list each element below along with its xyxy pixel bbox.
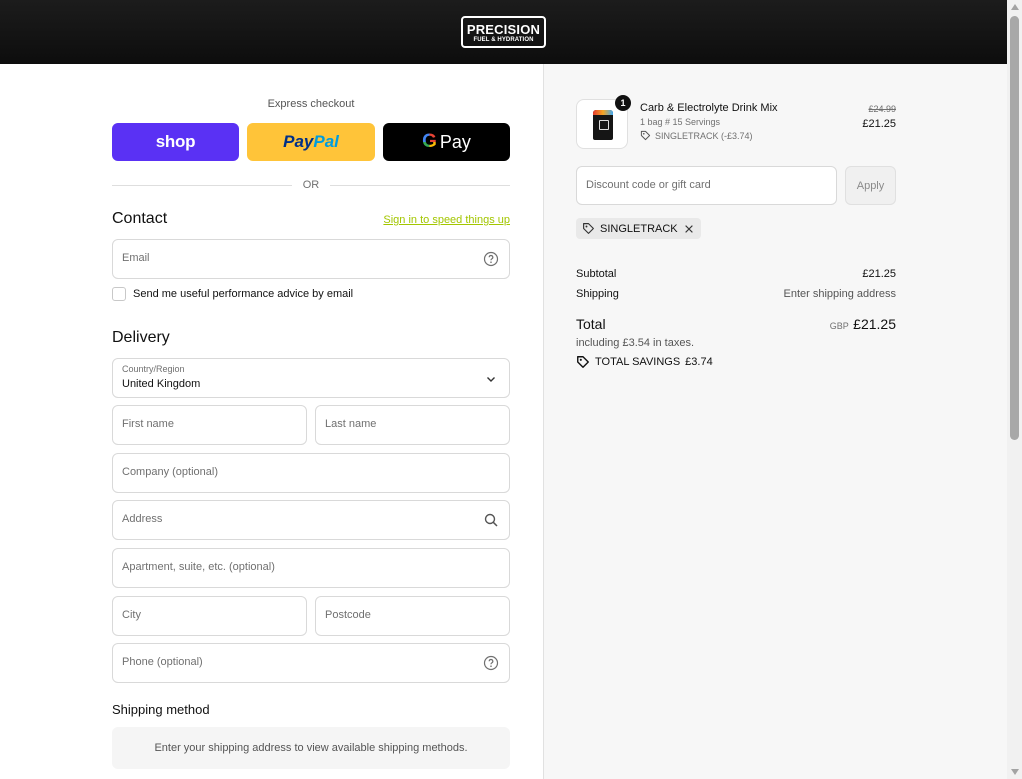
shipping-method-placeholder: Enter your shipping address to view avai…: [112, 727, 510, 769]
product-variant: 1 bag # 15 Servings: [640, 117, 721, 127]
city-placeholder: City: [122, 609, 141, 621]
header-bar: PRECISION FUEL & HYDRATION: [0, 0, 1007, 64]
currency-code: GBP: [829, 321, 849, 331]
first-name-placeholder: First name: [122, 418, 174, 430]
country-select[interactable]: Country/Region United Kingdom: [112, 358, 510, 398]
product-discount: SINGLETRACK (-£3.74): [640, 130, 753, 141]
contact-heading: Contact: [112, 210, 168, 227]
subtotal-label: Subtotal: [576, 268, 617, 280]
search-icon: [484, 513, 498, 527]
product-price: £21.25: [862, 118, 896, 130]
postcode-placeholder: Postcode: [325, 609, 371, 621]
shop-pay-label: shop: [155, 132, 196, 151]
address-placeholder: Address: [122, 513, 163, 525]
email-placeholder: Email: [122, 252, 150, 264]
brand-line1: PRECISION: [466, 22, 541, 37]
total-savings: TOTAL SAVINGS £3.74: [576, 355, 713, 369]
applied-discount-code: SINGLETRACK: [600, 222, 678, 235]
brand-line2: FUEL & HYDRATION: [473, 37, 534, 43]
shipping-label: Shipping: [576, 288, 619, 300]
total-savings-value: £3.74: [685, 356, 713, 368]
postcode-field[interactable]: Postcode: [315, 596, 510, 636]
city-field[interactable]: City: [112, 596, 307, 636]
tax-note: including £3.54 in taxes.: [576, 337, 695, 349]
close-icon[interactable]: [683, 223, 695, 235]
shipping-method-heading: Shipping method: [112, 702, 210, 717]
newsletter-checkbox[interactable]: [112, 287, 126, 301]
country-label: Country/Region: [122, 364, 185, 374]
scroll-up-arrow-icon[interactable]: [1011, 4, 1019, 10]
scrollbar-thumb[interactable]: [1010, 16, 1019, 440]
sign-in-link[interactable]: Sign in to speed things up: [381, 214, 510, 226]
last-name-field[interactable]: Last name: [315, 405, 510, 445]
company-placeholder: Company (optional): [122, 466, 218, 478]
apply-discount-button[interactable]: Apply: [845, 166, 896, 205]
total-value: £21.25: [853, 316, 896, 332]
applied-discount-chip: SINGLETRACK: [576, 218, 701, 239]
product-original-price: £24.99: [868, 104, 896, 114]
company-field[interactable]: Company (optional): [112, 453, 510, 493]
product-discount-text: SINGLETRACK (-£3.74): [655, 130, 753, 141]
google-pay-label: Pay: [439, 131, 471, 152]
tag-icon: [577, 356, 589, 368]
discount-code-input[interactable]: Discount code or gift card: [576, 166, 837, 205]
or-label: OR: [302, 179, 320, 191]
paypal-label-part1: Pay: [283, 132, 314, 151]
first-name-field[interactable]: First name: [112, 405, 307, 445]
scroll-down-arrow-icon[interactable]: [1011, 769, 1019, 775]
google-pay-button[interactable]: G Pay: [383, 123, 510, 161]
help-icon[interactable]: [483, 251, 499, 267]
express-checkout-title: Express checkout: [267, 98, 355, 110]
address-field[interactable]: Address: [112, 500, 510, 540]
delivery-heading: Delivery: [112, 329, 170, 346]
country-value: United Kingdom: [122, 378, 201, 390]
tag-icon: [640, 130, 651, 141]
quantity-badge: 1: [615, 95, 631, 111]
chevron-down-icon: [487, 377, 495, 382]
google-g-icon: G: [422, 131, 437, 152]
paypal-label-part2: Pal: [313, 132, 339, 151]
shipping-value: Enter shipping address: [783, 288, 896, 300]
paypal-button[interactable]: Pay Pal: [247, 123, 375, 161]
page-scrollbar[interactable]: [1007, 0, 1022, 779]
help-icon[interactable]: [483, 655, 499, 671]
or-divider-left: [112, 185, 292, 186]
email-field[interactable]: Email: [112, 239, 510, 279]
phone-field[interactable]: Phone (optional): [112, 643, 510, 683]
apartment-placeholder: Apartment, suite, etc. (optional): [122, 561, 275, 573]
apartment-field[interactable]: Apartment, suite, etc. (optional): [112, 548, 510, 588]
subtotal-value: £21.25: [862, 268, 896, 280]
shop-pay-button[interactable]: shop: [112, 123, 239, 161]
product-name: Carb & Electrolyte Drink Mix: [640, 102, 778, 114]
total-amount: GBP £21.25: [776, 316, 896, 334]
product-bag-image: [593, 110, 613, 140]
total-label: Total: [576, 316, 606, 332]
brand-logo[interactable]: PRECISION FUEL & HYDRATION: [461, 16, 546, 48]
or-divider-right: [330, 185, 510, 186]
newsletter-label: Send me useful performance advice by ema…: [133, 288, 354, 300]
last-name-placeholder: Last name: [325, 418, 377, 430]
total-savings-label: TOTAL SAVINGS: [595, 356, 681, 368]
tag-icon: [583, 223, 594, 234]
phone-placeholder: Phone (optional): [122, 656, 203, 668]
discount-code-placeholder: Discount code or gift card: [586, 179, 711, 191]
